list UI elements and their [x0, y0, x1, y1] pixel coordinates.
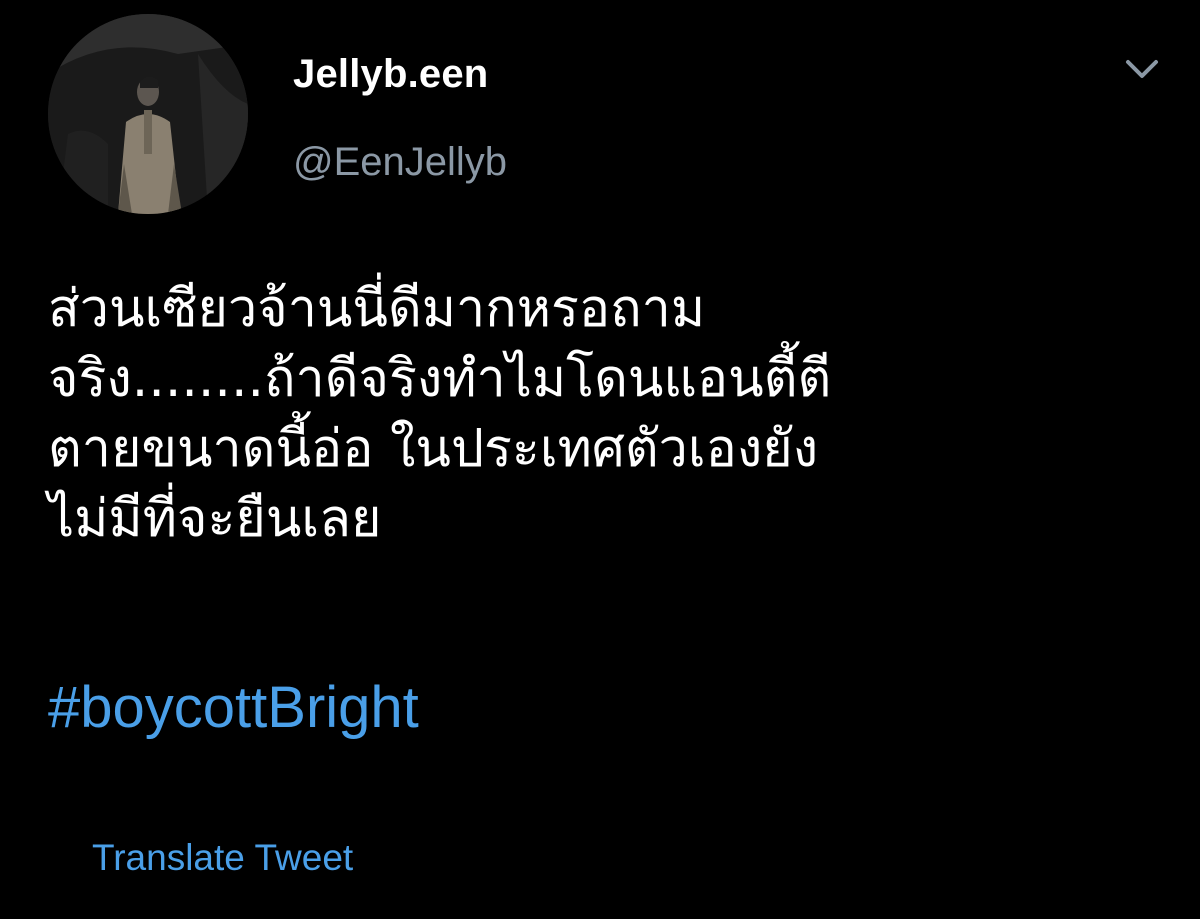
display-name[interactable]: Jellyb.een — [293, 48, 488, 100]
translate-tweet-link[interactable]: Translate Tweet — [92, 835, 353, 881]
tweet-text-line: ส่วนเซียวจ้านนี่ดีมากหรอถาม — [48, 279, 706, 339]
avatar[interactable] — [48, 14, 248, 214]
chevron-down-icon[interactable] — [1114, 50, 1170, 90]
tweet-text: ส่วนเซียวจ้านนี่ดีมากหรอถาม จริง........… — [48, 274, 1158, 554]
avatar-image — [48, 14, 248, 214]
tweet-text-line: ตายขนาดนี้อ่อ ในประเทศตัวเองยัง — [48, 419, 819, 479]
hashtag-link[interactable]: #boycottBright — [48, 668, 419, 748]
tweet-text-line: จริง........ถ้าดีจริงทำไมโดนแอนตี้ตี — [48, 349, 832, 409]
tweet-text-line: ไม่มีที่จะยืนเลย — [48, 489, 382, 549]
user-handle[interactable]: @EenJellyb — [293, 136, 507, 188]
tweet-card: Jellyb.een @EenJellyb ส่วนเซียวจ้านนี่ดี… — [0, 0, 1200, 919]
